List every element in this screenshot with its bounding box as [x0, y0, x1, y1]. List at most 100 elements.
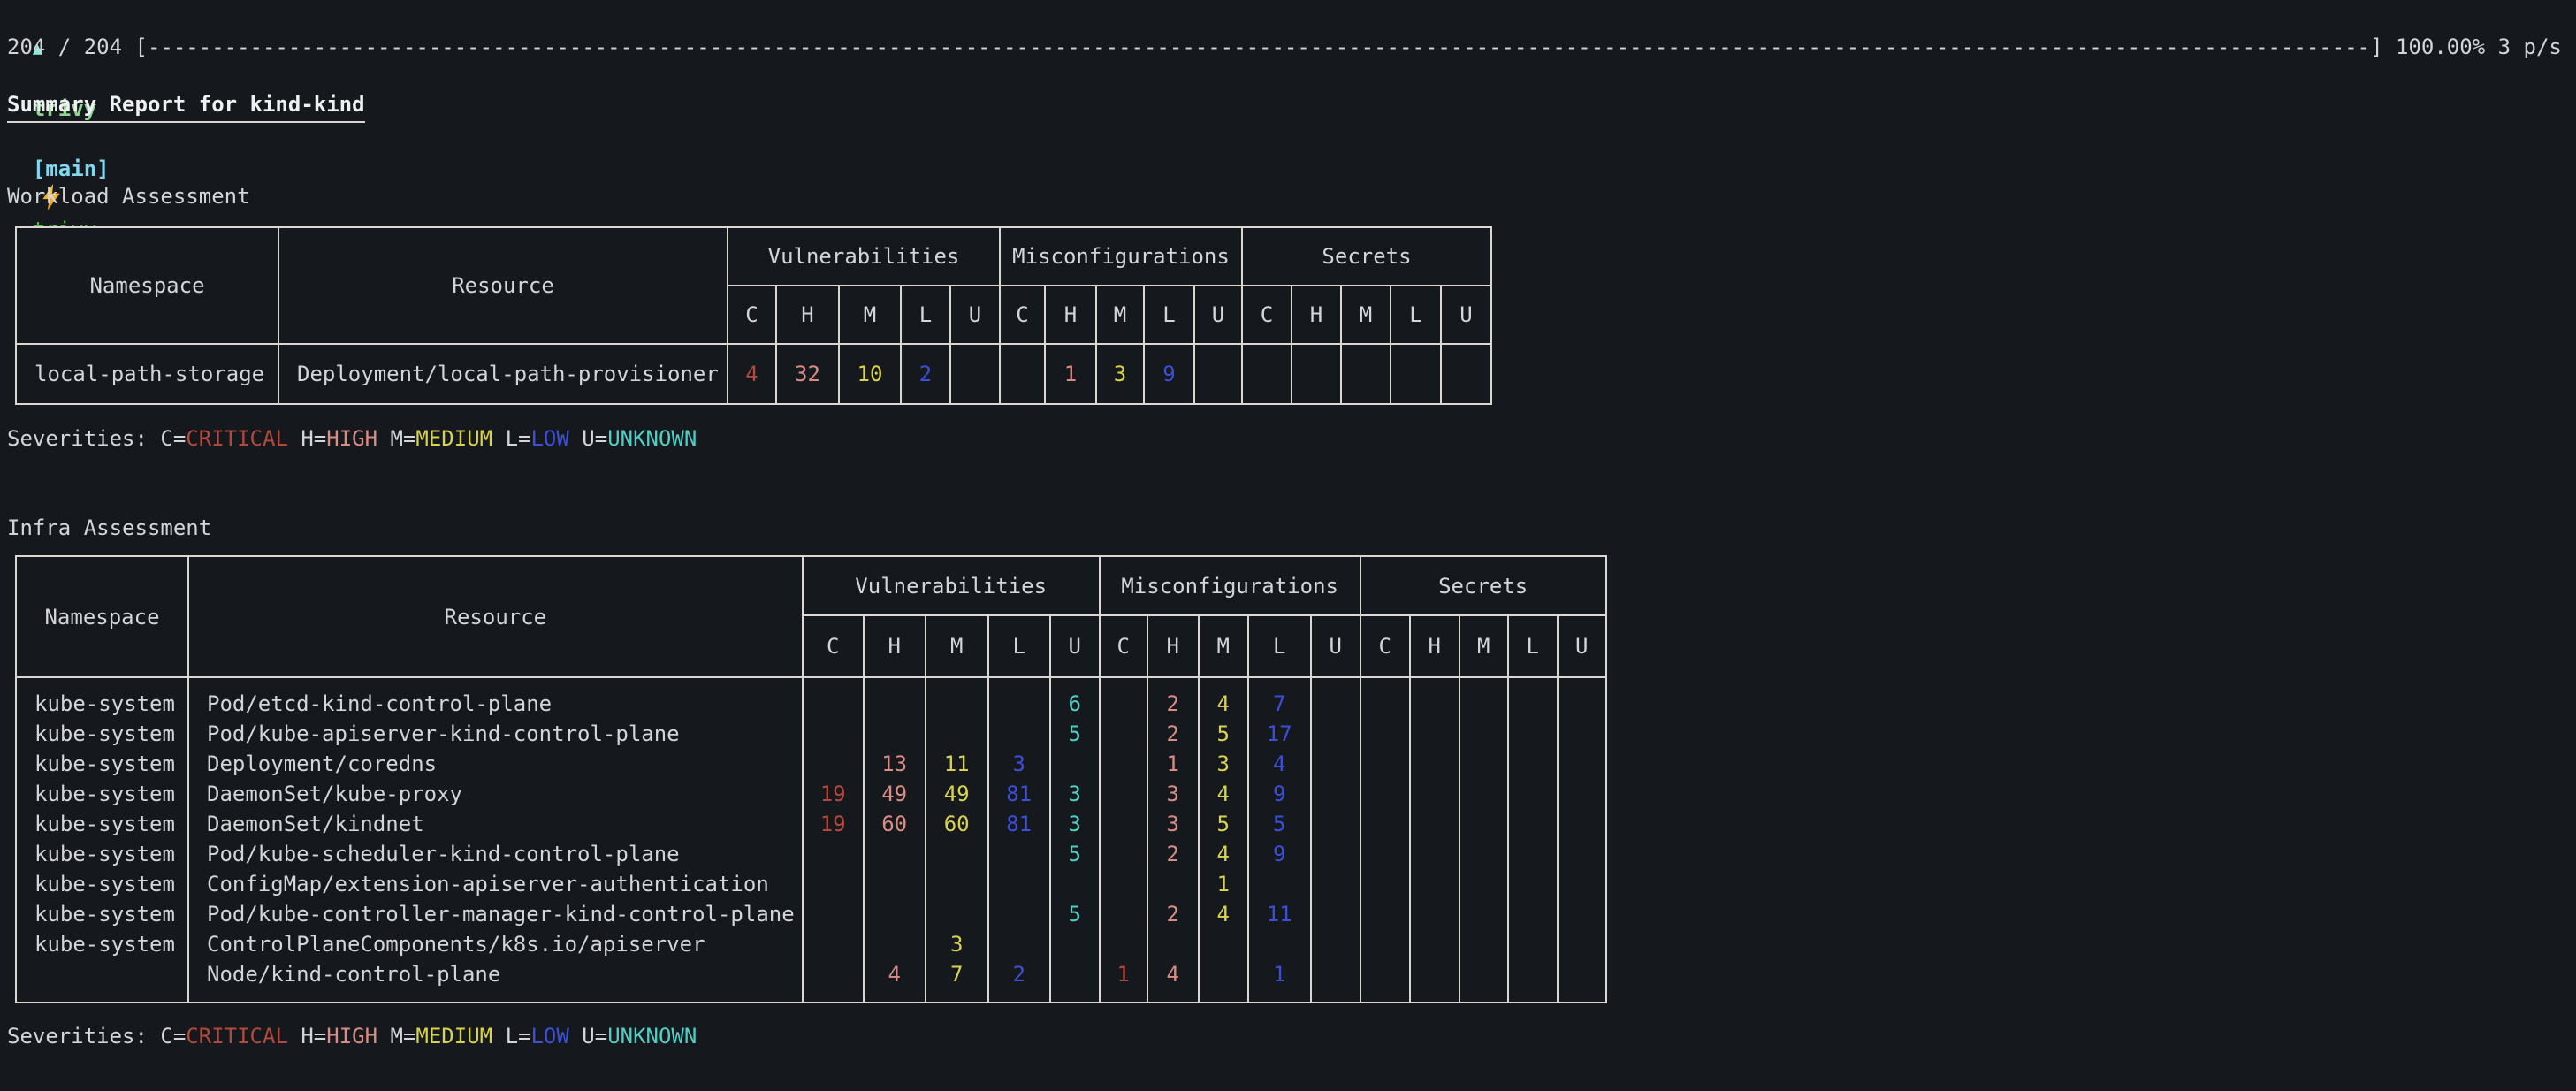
cell-line: [865, 839, 925, 869]
cell-line: [1101, 899, 1147, 929]
cell-line: [1509, 779, 1557, 809]
severity-column-header: U: [1558, 615, 1606, 677]
legend-severity-name: HIGH: [326, 426, 377, 451]
legend-severity-name: MEDIUM: [415, 1024, 492, 1049]
cell-line: [1509, 929, 1557, 959]
legend-severity-name: MEDIUM: [415, 426, 492, 451]
severity-count-value: 2: [1012, 962, 1025, 987]
cell-line: kube-system: [34, 809, 180, 839]
severity-count: 13: [865, 749, 925, 779]
severity-count: 60: [926, 809, 987, 839]
severity-column-header: U: [1311, 615, 1360, 677]
cell-line: [1411, 719, 1459, 749]
severity-count: 9: [1145, 359, 1193, 389]
severity-count: 4: [1249, 749, 1310, 779]
cell-line: kube-system: [34, 869, 180, 899]
namespace-cell: kube-systemkube-systemkube-systemkube-sy…: [16, 677, 188, 1003]
severity-count-cell: 2: [901, 344, 950, 404]
severity-column-header: C: [728, 286, 776, 344]
cell-line: [1312, 809, 1360, 839]
severity-count: 4: [865, 959, 925, 989]
severity-count: 3: [1200, 749, 1247, 779]
severity-column-header: M: [1096, 286, 1144, 344]
severity-count-value: 3: [1114, 362, 1126, 386]
column-group-header: Vulnerabilities: [728, 227, 1000, 286]
severity-count: 4: [1200, 779, 1247, 809]
namespace-cell: local-path-storage: [16, 344, 278, 404]
severity-column-header: M: [839, 286, 901, 344]
severity-count-value: 1: [1273, 962, 1285, 987]
cell-line: [804, 929, 863, 959]
severity-count-cell: [1459, 677, 1508, 1003]
severity-count-value: 3: [1166, 812, 1178, 836]
severity-count: 81: [989, 809, 1049, 839]
cell-line: [1361, 869, 1409, 899]
cell-line: [1361, 779, 1409, 809]
severity-count-value: 3: [950, 932, 963, 957]
cell-line: [1243, 359, 1291, 389]
cell-line: [1509, 899, 1557, 929]
severity-column-header: L: [1144, 286, 1194, 344]
severity-count: 3: [1051, 809, 1099, 839]
column-group-header: Misconfigurations: [1100, 556, 1360, 615]
cell-line: [1509, 749, 1557, 779]
severity-count: 19: [804, 809, 863, 839]
cell-line: [1101, 689, 1147, 719]
column-header-resource: Resource: [188, 556, 803, 677]
infra-heading: Infra Assessment: [7, 513, 211, 543]
severity-count-cell: 1: [1100, 677, 1147, 1003]
workload-table: NamespaceResourceVulnerabilitiesMisconfi…: [15, 226, 1492, 405]
cell-line: kube-system: [34, 929, 180, 959]
cell-line: [989, 899, 1049, 929]
severity-count-cell: 10: [839, 344, 901, 404]
severity-count-cell: [1242, 344, 1292, 404]
cell-line: kube-system: [34, 719, 180, 749]
severity-count-value: 4: [1273, 751, 1285, 776]
severity-count: 3: [1097, 359, 1143, 389]
severity-count-cell: 221332 2 4: [1147, 677, 1199, 1003]
severity-count: 3: [1148, 779, 1198, 809]
severity-count-value: 17: [1267, 721, 1292, 746]
cell-line: [1509, 959, 1557, 989]
severity-count-value: 1: [1064, 362, 1077, 386]
severity-count-value: 11: [944, 751, 970, 776]
severity-count: 5: [1249, 809, 1310, 839]
severity-column-header: C: [1242, 286, 1292, 344]
severity-count-cell: 3: [1096, 344, 1144, 404]
severity-count-cell: 1: [1045, 344, 1096, 404]
cell-line: [1559, 809, 1605, 839]
severity-column-header: C: [1000, 286, 1045, 344]
severity-count-value: 13: [881, 751, 907, 776]
severity-count: 3: [989, 749, 1049, 779]
severity-count-value: 5: [1068, 902, 1080, 927]
progress-text: 204 / 204 [-----------------------------…: [7, 34, 2562, 59]
cell-line: [1442, 359, 1490, 389]
progress-bar-line: 204 / 204 [-----------------------------…: [7, 32, 2562, 62]
cell-line: kube-system: [34, 839, 180, 869]
cell-line: [1361, 899, 1409, 929]
severity-count-value: 3: [1068, 782, 1080, 806]
cell-line: kube-system: [34, 689, 180, 719]
cell-line: [1312, 929, 1360, 959]
severity-count-cell: 65 335 5: [1050, 677, 1100, 1003]
severity-column-header: U: [1050, 615, 1100, 677]
severity-count-cell: [1441, 344, 1491, 404]
severity-count-cell: [1558, 677, 1606, 1003]
cell-line: [1361, 809, 1409, 839]
severity-count-value: 4: [1216, 691, 1229, 716]
cell-line: [1312, 899, 1360, 929]
cell-line: [1559, 899, 1605, 929]
cell-line: [865, 689, 925, 719]
severity-count-value: 32: [795, 362, 820, 386]
severity-column-header: H: [1045, 286, 1096, 344]
legend-key: U=: [582, 426, 607, 451]
cell-line: [1312, 719, 1360, 749]
severity-count-value: 3: [1166, 782, 1178, 806]
cell-line: [1460, 899, 1507, 929]
cell-line: [804, 749, 863, 779]
cell-line: [1460, 869, 1507, 899]
cell-line: [1411, 839, 1459, 869]
severity-count: 4: [1200, 689, 1247, 719]
severity-count: 9: [1249, 779, 1310, 809]
severity-count-value: 60: [944, 812, 970, 836]
